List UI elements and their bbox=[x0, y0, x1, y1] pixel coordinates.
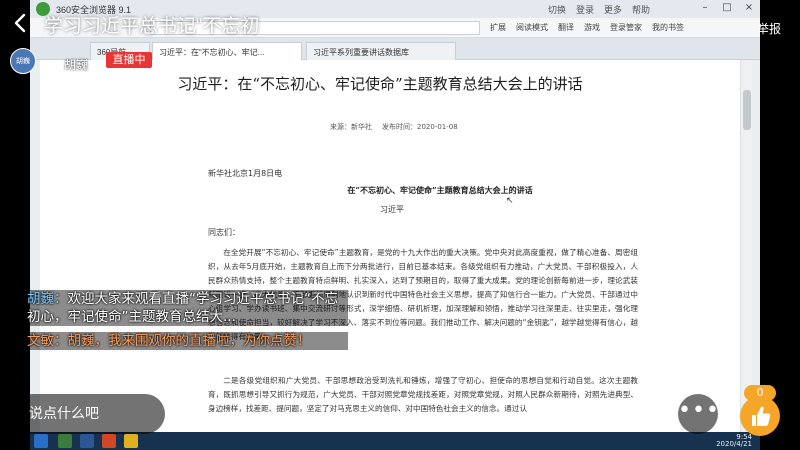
folder-icon bbox=[124, 434, 138, 448]
mouse-cursor-icon: ↖ bbox=[506, 196, 514, 206]
tool-reader-mode: 阅读模式 bbox=[516, 23, 548, 32]
document-meta: 来源：新华社 发布时间：2020-01-08 bbox=[330, 122, 458, 132]
chat-text: 胡巍，我来围观你的直播啦，为你点赞！ bbox=[67, 333, 311, 349]
document-author: 习近平 bbox=[380, 205, 404, 214]
chat-message: 文敏：胡巍，我来围观你的直播啦，为你点赞！ bbox=[23, 332, 348, 350]
chat-message: 胡巍：欢迎大家来观看直播“学习习近平总书记“不忘初心，牢记使命”主题教育总结大.… bbox=[23, 290, 348, 326]
close-window-icon: × bbox=[744, 2, 754, 13]
window-controls: – □ × bbox=[700, 2, 754, 13]
report-button[interactable]: 举报 bbox=[757, 20, 781, 37]
chat-username: 文敏： bbox=[27, 333, 68, 349]
like-button[interactable] bbox=[740, 396, 780, 436]
stream-title: 学习习近平总书记“不忘初 bbox=[44, 16, 260, 37]
document-title: 习近平：在“不忘初心、牢记使命”主题教育总结大会上的讲话 bbox=[177, 75, 583, 93]
scrollbar-thumb bbox=[743, 90, 751, 130]
document-date: 发布时间：2020-01-08 bbox=[382, 123, 458, 131]
maximize-icon: □ bbox=[722, 2, 732, 13]
chat-username: 胡巍： bbox=[27, 291, 68, 307]
taskbar-date: 2020/4/21 bbox=[716, 440, 752, 448]
word-icon bbox=[80, 434, 94, 448]
tool-translate: 翻译 bbox=[558, 23, 574, 32]
document-dateline: 新华社北京1月8日电 bbox=[208, 169, 283, 178]
thumbs-up-icon bbox=[752, 406, 771, 426]
back-chevron-icon[interactable] bbox=[10, 12, 32, 34]
start-icon bbox=[34, 434, 48, 448]
more-dots-icon: ••• bbox=[678, 398, 720, 423]
browser-tab-database: 习近平系列重要讲话数据库 bbox=[306, 42, 456, 60]
top-action-more: 更多 bbox=[603, 5, 622, 15]
top-action-login: 登录 bbox=[575, 5, 594, 15]
comment-input[interactable]: 说点什么吧 bbox=[13, 394, 165, 434]
taskbar-app-icon bbox=[58, 434, 72, 448]
powerpoint-icon bbox=[102, 434, 116, 448]
more-options-button[interactable]: ••• bbox=[678, 394, 720, 434]
document-scrollbar bbox=[740, 60, 752, 432]
tool-bookmarks: 我的书签 bbox=[652, 23, 684, 32]
browser-tab-speech: 习近平：在“不忘初心、牢记... bbox=[152, 42, 302, 60]
chat-text: 欢迎大家来观看直播“学习习近平总书记“不忘初心，牢记使命”主题教育总结大... bbox=[27, 291, 338, 325]
tool-games: 游戏 bbox=[584, 23, 600, 32]
minimize-icon: – bbox=[702, 2, 708, 13]
browser-top-actions: 切换 登录 更多 帮助 bbox=[548, 3, 650, 16]
top-action-switch: 切换 bbox=[547, 5, 566, 15]
top-action-help: 帮助 bbox=[631, 5, 650, 15]
live-status-badge: 直播中 bbox=[106, 52, 152, 68]
document-subtitle: 在“不忘初心、牢记使命”主题教育总结大会上的讲话 bbox=[347, 185, 533, 195]
host-avatar[interactable]: 胡巍 bbox=[10, 48, 36, 74]
tool-login-manager: 登录管家 bbox=[610, 23, 642, 32]
tool-extensions: 扩展 bbox=[490, 23, 506, 32]
document-greeting: 同志们： bbox=[208, 228, 240, 237]
document-source: 来源：新华社 bbox=[330, 123, 372, 131]
chat-panel: 胡巍：欢迎大家来观看直播“学习习近平总书记“不忘初心，牢记使命”主题教育总结大.… bbox=[18, 286, 348, 382]
taskbar-clock: 9:54 2020/4/21 bbox=[716, 434, 752, 448]
toolbar-tools: 扩展 阅读模式 翻译 游戏 登录管家 我的书签 bbox=[490, 22, 684, 33]
host-avatar-text: 胡巍 bbox=[16, 57, 30, 65]
host-name: 胡巍 bbox=[64, 58, 89, 72]
windows-taskbar: 9:54 2020/4/21 bbox=[30, 432, 760, 450]
